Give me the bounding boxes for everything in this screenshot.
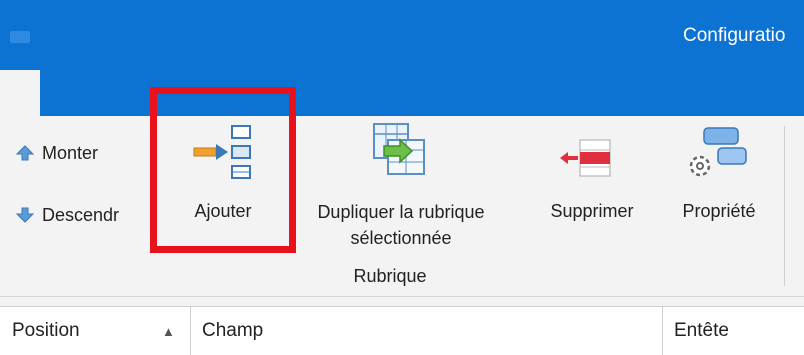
window-title: Configuratio bbox=[683, 25, 786, 46]
ribbon-tab-strip bbox=[0, 78, 804, 116]
column-header-champ[interactable]: Champ bbox=[190, 307, 662, 355]
duplicate-button[interactable]: Dupliquer la rubrique sélectionnée bbox=[286, 120, 516, 260]
move-down-button[interactable]: Descendr bbox=[16, 201, 119, 229]
group-separator bbox=[784, 126, 785, 286]
sort-ascending-icon: ▲ bbox=[162, 323, 175, 339]
ribbon-divider bbox=[0, 296, 804, 297]
column-header-entete[interactable]: Entête bbox=[662, 307, 804, 355]
duplicate-table-icon bbox=[373, 123, 425, 175]
ribbon-tab-active[interactable] bbox=[0, 70, 40, 116]
title-bar: Configuratio bbox=[0, 0, 804, 78]
properties-label: Propriété bbox=[682, 201, 756, 221]
app-icon[interactable] bbox=[10, 31, 30, 43]
arrow-up-icon bbox=[16, 145, 34, 161]
delete-button[interactable]: Supprimer bbox=[536, 120, 648, 230]
move-up-button[interactable]: Monter bbox=[16, 139, 98, 167]
move-up-label: Monter bbox=[42, 142, 99, 163]
grid-header: Position ▲ Champ Entête bbox=[0, 306, 804, 355]
highlight-box bbox=[150, 87, 296, 253]
delete-row-icon bbox=[560, 139, 611, 177]
column-header-position[interactable]: Position ▲ bbox=[0, 307, 190, 355]
properties-button[interactable]: Propriété bbox=[664, 120, 774, 230]
column-label-entete: Entête bbox=[674, 320, 729, 341]
group-label-rubrique: Rubrique bbox=[353, 266, 427, 286]
duplicate-label-line2: sélectionnée bbox=[350, 228, 452, 248]
properties-gear-icon bbox=[689, 127, 747, 177]
delete-label: Supprimer bbox=[550, 201, 634, 221]
column-label-position: Position bbox=[12, 320, 80, 341]
move-down-label: Descendr bbox=[42, 204, 120, 225]
arrow-down-icon bbox=[16, 207, 34, 223]
duplicate-label-line1: Dupliquer la rubrique bbox=[317, 202, 485, 222]
column-label-champ: Champ bbox=[202, 320, 264, 341]
